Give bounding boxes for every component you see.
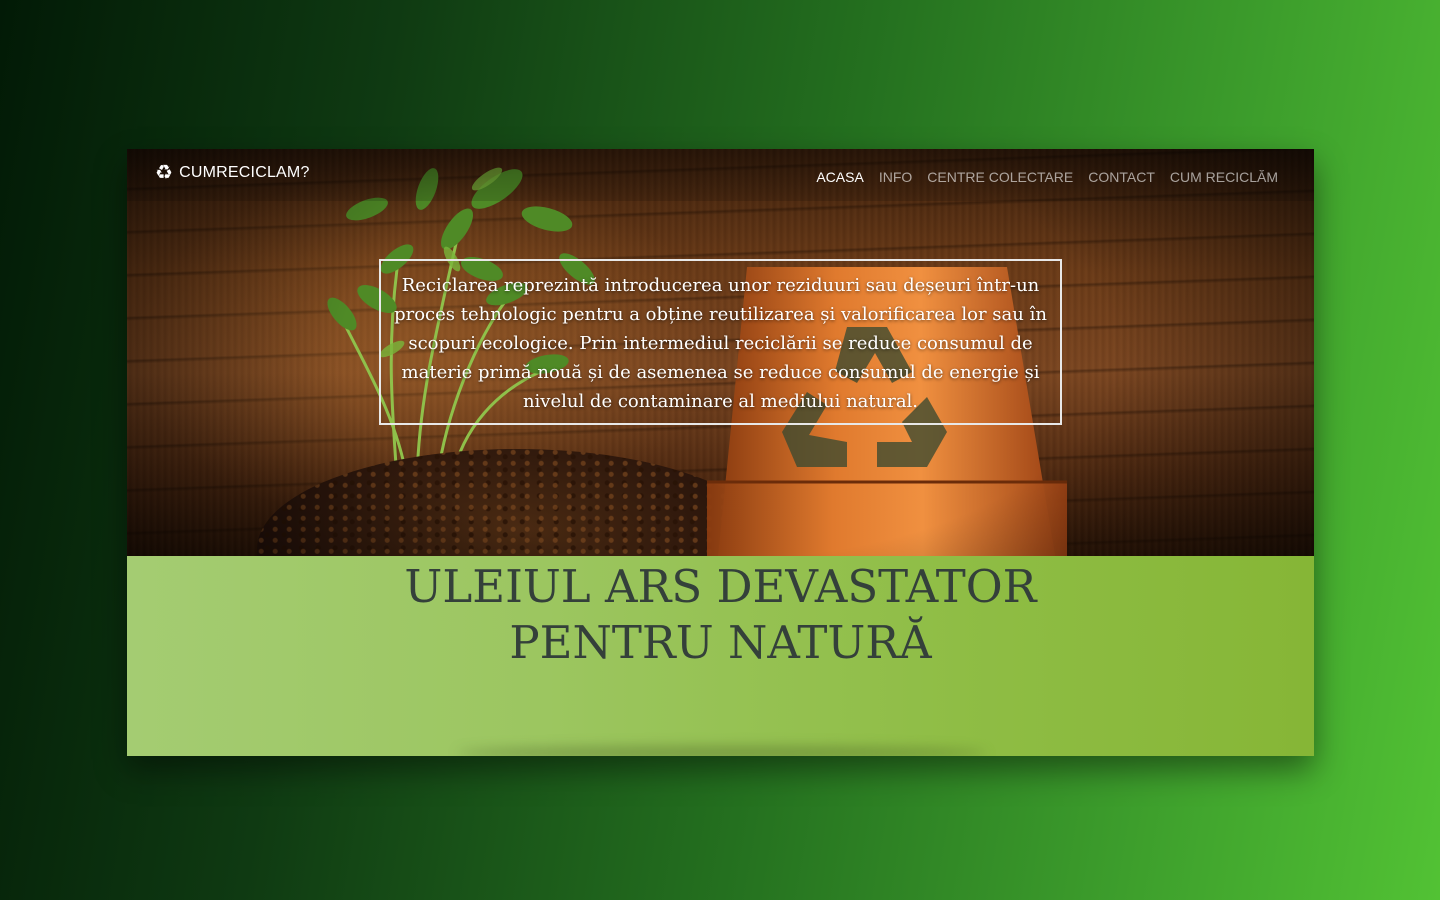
nav-item-contact[interactable]: CONTACT	[1088, 169, 1155, 185]
nav-item-acasa[interactable]: ACASA	[816, 169, 863, 185]
hero-banner: ♻ CUMRECICLAM? ACASA INFO CENTRE COLECTA…	[127, 149, 1314, 556]
headline-line-2: PENTRU NATURĂ	[509, 616, 932, 669]
brand-name: CUMRECICLAM?	[179, 164, 310, 181]
top-navbar: ♻ CUMRECICLAM? ACASA INFO CENTRE COLECTA…	[127, 149, 1314, 201]
headline-line-1: ULEIUL ARS DEVASTATOR	[404, 560, 1037, 613]
website-frame: ♻ CUMRECICLAM? ACASA INFO CENTRE COLECTA…	[127, 149, 1314, 756]
intro-text: Reciclarea reprezintă introducerea unor …	[394, 275, 1047, 412]
nav-item-cum-reciclam[interactable]: CUM RECICLĂM	[1170, 169, 1278, 185]
section-divider-shadow	[457, 746, 987, 756]
intro-text-box: Reciclarea reprezintă introducerea unor …	[379, 259, 1062, 425]
recycle-icon: ♻	[155, 162, 174, 184]
main-nav: ACASA INFO CENTRE COLECTARE CONTACT CUM …	[816, 169, 1278, 185]
section-headline: ULEIUL ARS DEVASTATOR PENTRU NATURĂ	[127, 559, 1314, 671]
headline-section: ULEIUL ARS DEVASTATOR PENTRU NATURĂ	[127, 556, 1314, 756]
brand-logo[interactable]: ♻ CUMRECICLAM?	[155, 163, 310, 183]
nav-item-centre-colectare[interactable]: CENTRE COLECTARE	[927, 169, 1073, 185]
nav-item-info[interactable]: INFO	[879, 169, 912, 185]
